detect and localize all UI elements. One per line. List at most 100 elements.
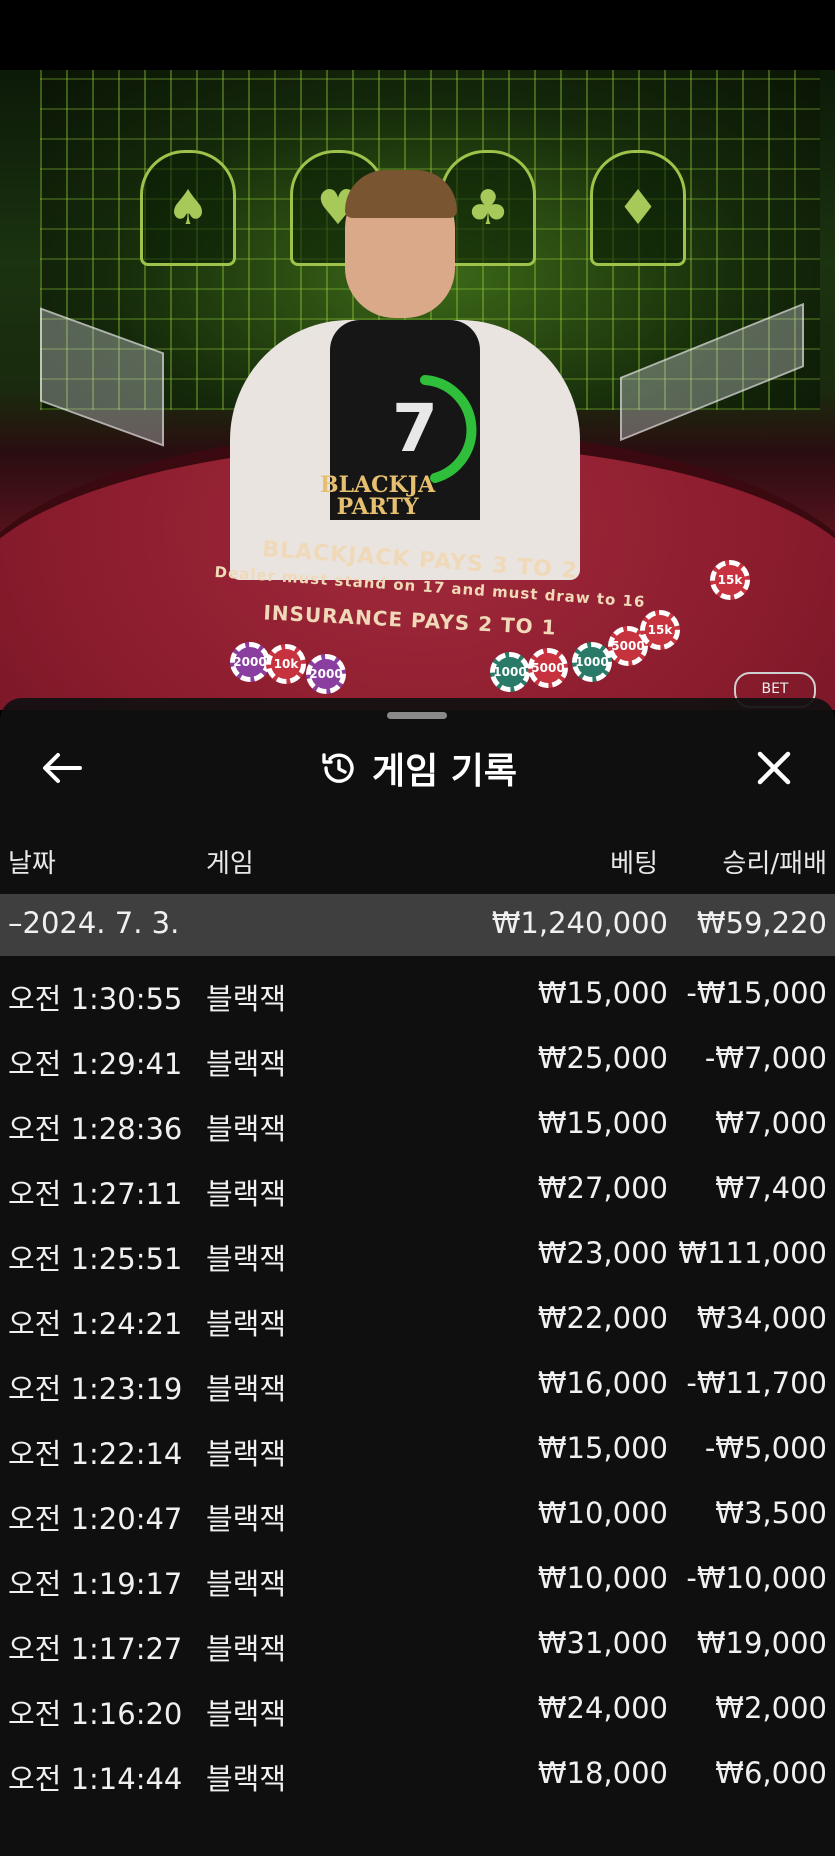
row-game: 블랙잭 xyxy=(206,1242,287,1276)
live-video: ♠ ♥ ♣ ♦ 7 BLACKJA PARTY BLACKJACK PAYS 3… xyxy=(0,70,835,710)
table-row[interactable]: 오전 1:29:41 블랙잭 ₩25,000 -₩7,000 xyxy=(0,1027,835,1092)
row-bet: ₩10,000 xyxy=(537,1561,668,1595)
row-game: 블랙잭 xyxy=(206,1177,287,1211)
row-result: -₩10,000 xyxy=(686,1561,827,1595)
row-game: 블랙잭 xyxy=(206,1632,287,1666)
row-time: 오전 1:17:27 xyxy=(8,1632,183,1666)
dealer-hair xyxy=(345,170,457,218)
row-result: -₩11,700 xyxy=(686,1366,827,1400)
row-time: 오전 1:24:21 xyxy=(8,1307,183,1341)
row-result: ₩7,000 xyxy=(715,1106,827,1140)
date-group-total-bet: ₩1,240,000 xyxy=(491,906,668,940)
row-result: ₩2,000 xyxy=(715,1691,827,1725)
date-group-row[interactable]: –2024. 7. 3. ₩1,240,000 ₩59,220 xyxy=(0,894,835,956)
row-game: 블랙잭 xyxy=(206,1502,287,1536)
row-game: 블랙잭 xyxy=(206,1047,287,1081)
row-time: 오전 1:25:51 xyxy=(8,1242,183,1276)
spade-icon: ♠ xyxy=(140,150,236,266)
table-row[interactable]: 오전 1:24:21 블랙잭 ₩22,000 ₩34,000 xyxy=(0,1287,835,1352)
row-time: 오전 1:19:17 xyxy=(8,1567,183,1601)
date-group-date: –2024. 7. 3. xyxy=(8,906,180,940)
arrow-left-icon xyxy=(43,753,82,783)
table-logo-line1: BLACKJA xyxy=(320,472,436,498)
chip: 1000 xyxy=(490,652,530,692)
drag-handle[interactable] xyxy=(387,712,447,719)
column-game: 게임 xyxy=(206,849,254,879)
table-row[interactable]: 오전 1:23:19 블랙잭 ₩16,000 -₩11,700 xyxy=(0,1352,835,1417)
row-result: -₩7,000 xyxy=(704,1041,827,1075)
row-game: 블랙잭 xyxy=(206,982,287,1016)
row-result: -₩5,000 xyxy=(704,1431,827,1465)
row-time: 오전 1:28:36 xyxy=(8,1112,183,1146)
sheet-title: 게임 기록 xyxy=(371,751,517,792)
chip: 15k xyxy=(640,610,680,650)
table-row[interactable]: 오전 1:27:11 블랙잭 ₩27,000 ₩7,400 xyxy=(0,1157,835,1222)
table-row[interactable]: 오전 1:28:36 블랙잭 ₩15,000 ₩7,000 xyxy=(0,1092,835,1157)
title-group: 게임 기록 xyxy=(0,728,835,808)
table-row[interactable]: 오전 1:14:44 블랙잭 ₩18,000 ₩6,000 xyxy=(0,1742,835,1807)
row-result: ₩34,000 xyxy=(696,1301,827,1335)
chip: 1000 xyxy=(572,642,612,682)
close-x-icon xyxy=(757,751,791,785)
column-date: 날짜 xyxy=(8,849,56,879)
table-row[interactable]: 오전 1:22:14 블랙잭 ₩15,000 -₩5,000 xyxy=(0,1417,835,1482)
table-row[interactable]: 오전 1:25:51 블랙잭 ₩23,000 ₩111,000 xyxy=(0,1222,835,1287)
row-result: ₩111,000 xyxy=(678,1236,827,1270)
chip: 2000 xyxy=(306,654,346,694)
row-game: 블랙잭 xyxy=(206,1372,287,1406)
table-row[interactable]: 오전 1:16:20 블랙잭 ₩24,000 ₩2,000 xyxy=(0,1677,835,1742)
row-result: ₩6,000 xyxy=(715,1756,827,1790)
countdown-value: 7 xyxy=(392,390,438,467)
back-button[interactable] xyxy=(38,746,88,790)
row-time: 오전 1:23:19 xyxy=(8,1372,183,1406)
table-row[interactable]: 오전 1:20:47 블랙잭 ₩10,000 ₩3,500 xyxy=(0,1482,835,1547)
row-bet: ₩16,000 xyxy=(537,1366,668,1400)
row-bet: ₩15,000 xyxy=(537,1106,668,1140)
chip: 2000 xyxy=(230,642,270,682)
column-win-loss: 승리/패배 xyxy=(722,849,827,879)
diamond-icon: ♦ xyxy=(590,150,686,266)
row-bet: ₩23,000 xyxy=(537,1236,668,1270)
row-result: ₩7,400 xyxy=(715,1171,827,1205)
row-result: -₩15,000 xyxy=(686,976,827,1010)
row-game: 블랙잭 xyxy=(206,1567,287,1601)
row-game: 블랙잭 xyxy=(206,1307,287,1341)
row-time: 오전 1:20:47 xyxy=(8,1502,183,1536)
row-time: 오전 1:29:41 xyxy=(8,1047,183,1081)
row-time: 오전 1:27:11 xyxy=(8,1177,183,1211)
row-bet: ₩24,000 xyxy=(537,1691,668,1725)
row-game: 블랙잭 xyxy=(206,1112,287,1146)
history-clock-icon xyxy=(322,753,354,783)
row-bet: ₩25,000 xyxy=(537,1041,668,1075)
table-row[interactable]: 오전 1:30:55 블랙잭 ₩15,000 -₩15,000 xyxy=(0,962,835,1027)
row-game: 블랙잭 xyxy=(206,1697,287,1731)
chip: 5000 xyxy=(528,648,568,688)
row-bet: ₩18,000 xyxy=(537,1756,668,1790)
row-game: 블랙잭 xyxy=(206,1762,287,1796)
row-time: 오전 1:22:14 xyxy=(8,1437,183,1471)
row-bet: ₩10,000 xyxy=(537,1496,668,1530)
row-bet: ₩27,000 xyxy=(537,1171,668,1205)
row-time: 오전 1:16:20 xyxy=(8,1697,183,1731)
table-row[interactable]: 오전 1:17:27 블랙잭 ₩31,000 ₩19,000 xyxy=(0,1612,835,1677)
row-bet: ₩15,000 xyxy=(537,1431,668,1465)
chip: 10k xyxy=(266,644,306,684)
chip: 15k xyxy=(710,560,750,600)
row-time: 오전 1:30:55 xyxy=(8,982,183,1016)
row-bet: ₩31,000 xyxy=(537,1626,668,1660)
date-group-total-result: ₩59,220 xyxy=(696,906,827,940)
game-history-sheet: 게임 기록 날짜 게임 베팅 승리/패배 –2024. 7. 3. ₩1,240… xyxy=(0,698,835,1856)
table-logo-line2: PARTY xyxy=(336,494,419,520)
row-bet: ₩22,000 xyxy=(537,1301,668,1335)
row-result: ₩3,500 xyxy=(715,1496,827,1530)
column-bet: 베팅 xyxy=(610,849,658,879)
close-button[interactable] xyxy=(750,744,798,792)
table-row[interactable]: 오전 1:19:17 블랙잭 ₩10,000 -₩10,000 xyxy=(0,1547,835,1612)
row-game: 블랙잭 xyxy=(206,1437,287,1471)
row-bet: ₩15,000 xyxy=(537,976,668,1010)
row-result: ₩19,000 xyxy=(696,1626,827,1660)
sheet-header: 게임 기록 xyxy=(0,728,835,808)
row-time: 오전 1:14:44 xyxy=(8,1762,183,1796)
status-bar xyxy=(0,0,835,70)
table-logo: BLACKJA PARTY xyxy=(320,474,435,518)
